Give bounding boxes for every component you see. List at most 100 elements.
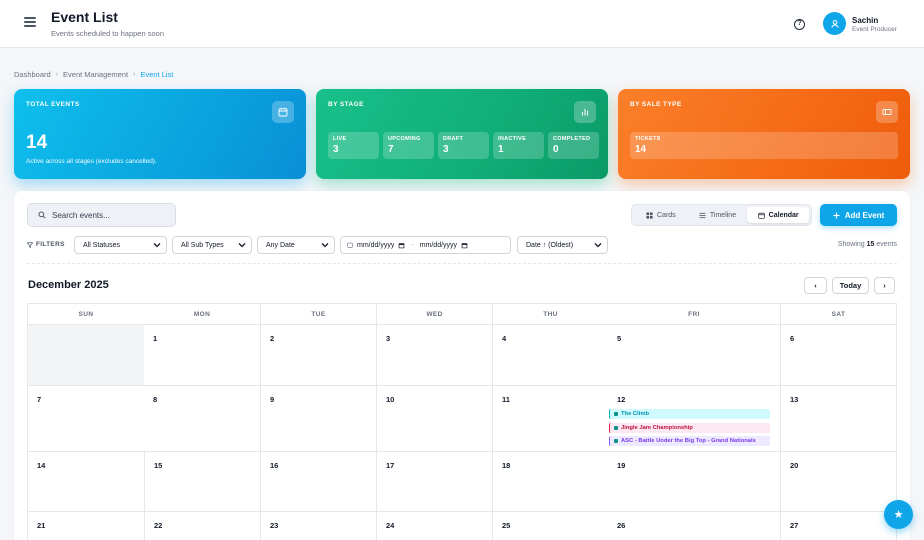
calendar-day[interactable]: 11	[492, 386, 608, 451]
calendar-day[interactable]: 26	[608, 512, 780, 540]
sub-type-select[interactable]: All Sub Types	[172, 236, 252, 254]
calendar-day[interactable]: 7	[28, 386, 144, 451]
calendar-day[interactable]: 9	[260, 386, 376, 451]
event-dot-icon	[614, 426, 618, 430]
add-event-button[interactable]: Add Event	[820, 204, 897, 226]
calendar-icon	[758, 212, 765, 219]
sale-tickets: TICKETS 14	[630, 132, 898, 159]
status-select[interactable]: All Statuses	[74, 236, 167, 254]
help-icon[interactable]: ?	[794, 19, 805, 30]
avatar[interactable]	[823, 12, 846, 35]
divider	[27, 263, 897, 264]
search-box[interactable]	[27, 203, 176, 227]
calendar-icon	[272, 101, 294, 123]
search-input[interactable]	[52, 210, 162, 220]
chevron-down-icon	[594, 243, 602, 248]
grid-icon	[646, 211, 653, 219]
calendar-day[interactable]: 2	[260, 325, 376, 385]
calendar-day[interactable]: 21	[28, 512, 144, 540]
calendar-day[interactable]: 6	[780, 325, 896, 385]
breadcrumb-dashboard[interactable]: Dashboard	[14, 70, 51, 79]
total-events-desc: Active across all stages (excludes cance…	[26, 158, 157, 165]
breadcrumb-event-list: Event List	[140, 70, 174, 79]
total-events-label: TOTAL EVENTS	[26, 101, 80, 108]
list-icon	[699, 212, 706, 218]
events-panel: Cards Timeline Calendar Add Event FILTER…	[14, 191, 910, 540]
total-events-value: 14	[26, 132, 48, 153]
event-dot-icon	[614, 439, 618, 443]
weekday-sat: SAT	[780, 304, 896, 324]
calendar-day[interactable]: 8	[144, 386, 260, 451]
filters-label: FILTERS	[27, 241, 65, 248]
calendar-day[interactable]: 18	[492, 452, 608, 511]
view-toggle: Cards Timeline Calendar	[631, 204, 812, 226]
date-filter-select[interactable]: Any Date	[257, 236, 335, 254]
calendar-day-dec-12[interactable]: 12 The Climb Jingle Jam Championship ASC…	[608, 386, 780, 451]
event-chip[interactable]: ASC - Battle Under the Big Top - Grand N…	[609, 436, 770, 446]
event-dot-icon	[614, 412, 618, 416]
calendar-day[interactable]: 19	[608, 452, 780, 511]
calendar-picker-icon[interactable]	[398, 242, 405, 249]
weekday-mon: MON	[193, 310, 211, 318]
date-range-separator: -	[411, 241, 414, 249]
calendar-day[interactable]: 10	[376, 386, 492, 451]
calendar-day[interactable]: 24	[376, 512, 492, 540]
calendar-day[interactable]: 13	[780, 386, 896, 451]
stage-live: LIVE 3	[328, 132, 379, 159]
stage-upcoming: UPCOMING 7	[383, 132, 434, 159]
breadcrumb: Dashboard › Event Management › Event Lis…	[14, 70, 173, 79]
page-subtitle: Events scheduled to happen soon	[51, 29, 165, 38]
user-name: Sachin	[852, 16, 879, 25]
by-sale-type-label: BY SALE TYPE	[630, 101, 682, 108]
calendar-day[interactable]: 4	[492, 325, 608, 385]
view-cards-button[interactable]: Cards	[634, 207, 688, 223]
calendar-day[interactable]: 16	[260, 452, 376, 511]
plus-icon	[833, 211, 840, 219]
breadcrumb-event-management[interactable]: Event Management	[63, 70, 128, 79]
total-events-card: TOTAL EVENTS 14 Active across all stages…	[14, 89, 306, 179]
stage-inactive: INACTIVE 1	[493, 132, 544, 159]
page-title: Event List	[51, 9, 118, 25]
star-icon[interactable]: ★	[884, 500, 913, 529]
chevron-down-icon	[153, 243, 161, 248]
today-button[interactable]: Today	[832, 277, 869, 294]
chevron-down-icon	[238, 243, 246, 248]
view-calendar-button[interactable]: Calendar	[747, 207, 809, 223]
ticket-icon	[876, 101, 898, 123]
calendar-day[interactable]: 22	[144, 512, 260, 540]
calendar-week-row: 14 15 16 17 18 19 20	[28, 452, 896, 512]
menu-icon[interactable]	[24, 17, 36, 27]
calendar-day[interactable]: 15	[144, 452, 260, 511]
calendar-day[interactable]: 3	[376, 325, 492, 385]
calendar-day[interactable]: 5	[608, 325, 780, 385]
calendar-day[interactable]: 23	[260, 512, 376, 540]
view-timeline-button[interactable]: Timeline	[688, 207, 748, 223]
sort-select[interactable]: Date ↑ (Oldest)	[517, 236, 608, 254]
weekday-sun: SUN	[78, 310, 94, 318]
date-from-input[interactable]: mm/dd/yyyy	[357, 242, 394, 249]
calendar-day[interactable]: 25	[492, 512, 608, 540]
event-chip[interactable]: The Climb	[609, 409, 770, 419]
calendar-day[interactable]: 1	[144, 325, 260, 385]
next-month-button[interactable]: ›	[874, 277, 895, 294]
prev-month-button[interactable]: ‹	[804, 277, 827, 294]
results-count: Showing 15 events	[837, 241, 897, 248]
chevron-right-icon: ›	[55, 71, 59, 78]
by-stage-label: BY STAGE	[328, 101, 364, 108]
calendar-day[interactable]: 14	[28, 452, 144, 511]
weekday-tue: TUE	[260, 304, 376, 324]
calendar-grid: SUN MON TUE WED THU FRI SAT 1 2 3 4 5 6 …	[27, 303, 897, 540]
calendar-week-row: 21 22 23 24 25 26 27	[28, 512, 896, 540]
calendar-day[interactable]: 27	[780, 512, 896, 540]
calendar-day[interactable]: 20	[780, 452, 896, 511]
calendar-day-empty	[28, 325, 144, 385]
by-sale-type-card: BY SALE TYPE TICKETS 14	[618, 89, 910, 179]
bar-chart-icon	[574, 101, 596, 123]
calendar-day[interactable]: 17	[376, 452, 492, 511]
calendar-picker-icon[interactable]	[461, 242, 468, 249]
date-to-input[interactable]: mm/dd/yyyy	[420, 242, 457, 249]
chevron-right-icon: ›	[133, 71, 136, 78]
calendar-week-row: 1 2 3 4 5 6	[28, 325, 896, 386]
event-chip[interactable]: Jingle Jam Championship	[609, 423, 770, 433]
user-role: Event Producer	[852, 26, 897, 33]
